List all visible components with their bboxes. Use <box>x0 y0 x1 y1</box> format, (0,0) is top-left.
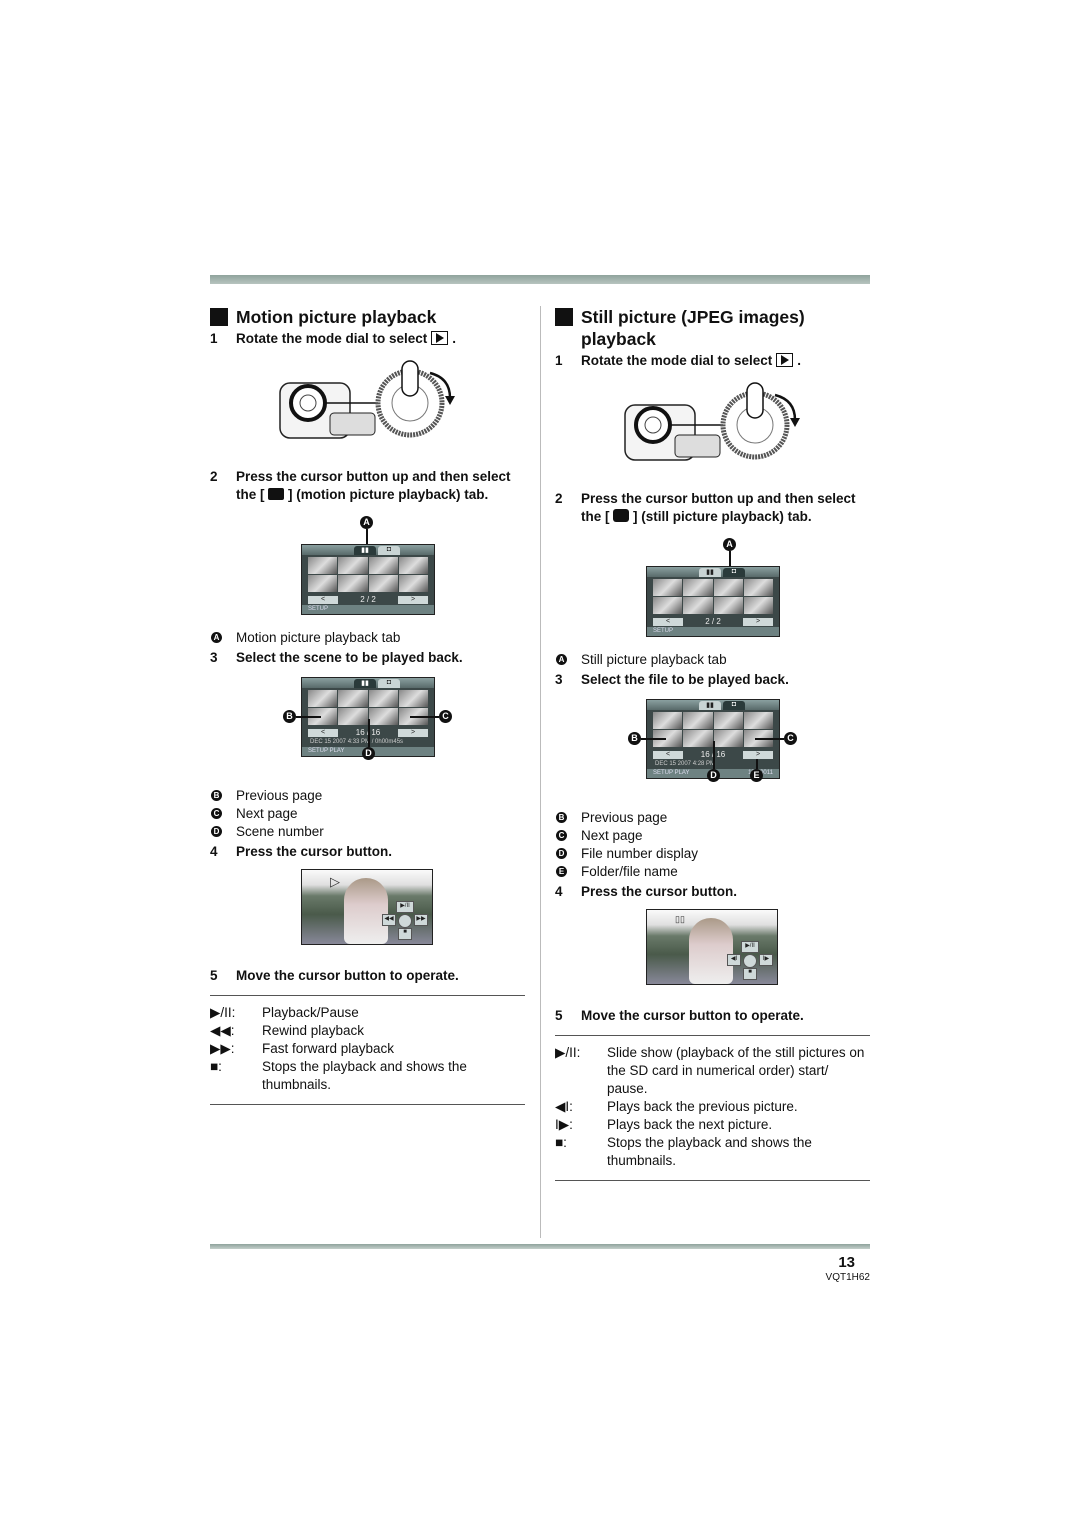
model-code: VQT1H62 <box>825 1272 870 1283</box>
play-pause-control[interactable]: ▶/II <box>396 901 414 913</box>
lcd-screen: ▮▮ ◘ <2 / 2 > SETUP <box>301 544 435 615</box>
next-page-button[interactable]: > <box>743 750 773 759</box>
operation-row: ■: Stops the playback and shows the thumb… <box>555 1135 812 1168</box>
step-4: 4 Press the cursor button. <box>210 844 393 859</box>
camcorder-dial-icon <box>624 382 800 461</box>
operations-table: ▶/II: Slide show (playback of the still p… <box>555 1035 870 1181</box>
playback-screen: ▷ ▶/II ◀◀ ▶▶ ■ <box>301 869 433 945</box>
screen-thumbnails-tab: A ▮▮ ◘ <2 / 2 > SETUP <box>555 526 870 641</box>
step-5: 5 Move the cursor button to operate. <box>555 1008 804 1023</box>
step-2: 2 Press the cursor button up and then sel… <box>210 469 511 502</box>
callout-a: A <box>723 538 736 551</box>
cursor-controls: ▶/II ◀I I▶ ■ <box>727 941 773 981</box>
operation-row: ▶/II: Playback/Pause <box>210 1005 359 1020</box>
screen-scene-select: ▮▮◘ <16 / 16> DEC 15 2007 4:33 PM / 0h00… <box>210 667 525 787</box>
legend-item: D File number display <box>555 845 870 863</box>
operation-row: ▶/II: Slide show (playback of the still p… <box>555 1045 865 1096</box>
section-heading: Still picture (JPEG images) playback <box>555 306 870 350</box>
operation-row: ◀◀: Rewind playback <box>210 1023 365 1038</box>
operation-row: I▶: Plays back the next picture. <box>555 1117 773 1132</box>
step-5: 5 Move the cursor button to operate. <box>210 968 459 983</box>
camcorder-dial-icon <box>279 360 455 439</box>
operation-row: ◀I: Plays back the previous picture. <box>555 1099 798 1114</box>
camera-dial-illustration <box>555 380 870 480</box>
operation-row: ■: Stops the playback and shows the thumb… <box>210 1059 467 1092</box>
legend-list: B Previous page C Next page D File number d… <box>555 809 870 881</box>
movie-camera-icon <box>268 488 285 500</box>
rewind-control[interactable]: ◀◀ <box>382 914 396 926</box>
legend-item: D Scene number <box>210 823 525 841</box>
lcd-screen: ▮▮ ◘ <2 / 2 > SETUP <box>646 566 780 637</box>
callout-b: B <box>283 710 296 723</box>
slideshow-control[interactable]: ▶/II <box>741 941 759 953</box>
heading-square-icon <box>555 308 573 326</box>
playback-mode-icon <box>431 331 449 345</box>
callout-b: B <box>628 732 641 745</box>
next-page-button[interactable]: > <box>397 595 428 604</box>
legend-item: A Motion picture playback tab <box>210 629 525 647</box>
still-picture-section: Still picture (JPEG images) playback 1 Ro… <box>555 306 870 1181</box>
screen-file-select: ▮▮◘ <16 / 16> DEC 15 2007 4:28 PM SETUP … <box>555 689 870 809</box>
still-camera-icon <box>613 509 630 522</box>
playback-screen-area: ▷ ▶/II ◀◀ ▶▶ ■ <box>210 861 525 961</box>
callout-c: C <box>439 710 452 723</box>
step-1: 1 Rotate the mode dial to select. <box>210 331 457 346</box>
prev-page-button[interactable]: < <box>653 617 683 626</box>
operations-table: ▶/II: Playback/Pause ◀◀: Rewind playback ▶… <box>210 995 525 1105</box>
cursor-controls: ▶/II ◀◀ ▶▶ ■ <box>382 901 428 941</box>
pause-indicator-icon: ▯▯ <box>675 914 685 924</box>
legend-item: C Next page <box>210 805 525 823</box>
step-4: 4 Press the cursor button. <box>555 884 738 899</box>
step-3: 3 Select the scene to be played back. <box>210 650 463 665</box>
prev-page-button[interactable]: < <box>308 728 338 737</box>
playback-screen-area: ▯▯ ▶/II ◀I I▶ ■ <box>555 901 870 1001</box>
section-heading: Motion picture playback <box>210 306 525 328</box>
legend-item: B Previous page <box>555 809 870 827</box>
legend-list: B Previous page C Next page D Scene number <box>210 787 525 841</box>
fast-forward-control[interactable]: ▶▶ <box>414 914 428 926</box>
motion-picture-section: Motion picture playback 1 Rotate the mode… <box>210 306 525 1105</box>
page-number: 13 <box>838 1254 855 1271</box>
callout-d: D <box>707 769 720 782</box>
step-2: 2 Press the cursor button up and then sel… <box>555 491 856 524</box>
operation-row: ▶▶: Fast forward playback <box>210 1041 395 1056</box>
prev-page-button[interactable]: < <box>653 750 683 759</box>
legend-item: B Previous page <box>210 787 525 805</box>
play-indicator-icon: ▷ <box>330 874 340 889</box>
next-page-button[interactable]: > <box>742 617 773 626</box>
legend-item: A Still picture playback tab <box>555 651 870 669</box>
prev-page-button[interactable]: < <box>308 595 338 604</box>
stop-control[interactable]: ■ <box>743 968 757 980</box>
top-decorative-bar <box>210 275 870 284</box>
step-3: 3 Select the file to be played back. <box>555 672 789 687</box>
next-page-button[interactable]: > <box>398 728 428 737</box>
screen-thumbnails-tab: A ▮▮ ◘ <2 / 2 > SETUP <box>210 504 525 619</box>
callout-d: D <box>362 747 375 760</box>
legend-item: E Folder/file name <box>555 863 870 881</box>
previous-picture-control[interactable]: ◀I <box>727 954 741 966</box>
bottom-decorative-bar <box>210 1244 870 1249</box>
camera-dial-illustration <box>210 358 525 458</box>
column-divider <box>540 306 541 1238</box>
next-picture-control[interactable]: I▶ <box>759 954 773 966</box>
stop-control[interactable]: ■ <box>398 928 412 940</box>
legend-item: C Next page <box>555 827 870 845</box>
playback-mode-icon <box>776 353 794 367</box>
callout-a: A <box>360 516 373 529</box>
step-1: 1 Rotate the mode dial to select. <box>555 353 802 368</box>
playback-screen: ▯▯ ▶/II ◀I I▶ ■ <box>646 909 778 985</box>
callout-e: E <box>750 769 763 782</box>
callout-c: C <box>784 732 797 745</box>
heading-square-icon <box>210 308 228 326</box>
